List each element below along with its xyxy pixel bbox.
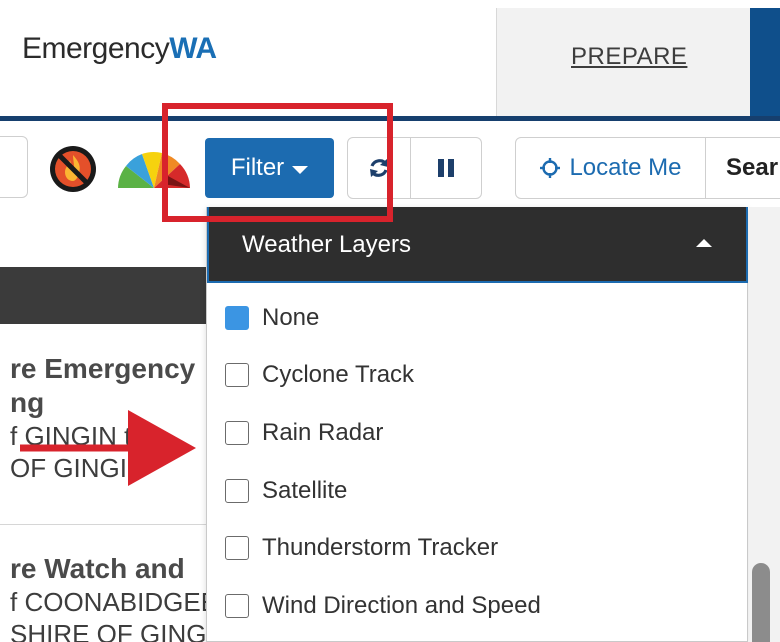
- site-header: EmergencyWA PREPARE: [0, 0, 780, 120]
- layer-option-satellite[interactable]: Satellite: [225, 474, 347, 508]
- checkbox[interactable]: [225, 363, 249, 387]
- layer-option-thunderstorm-tracker[interactable]: Thunderstorm Tracker: [225, 531, 498, 565]
- locate-me-label: Locate Me: [569, 154, 682, 181]
- incident-list-header: [0, 267, 210, 324]
- annotation-highlight-box: [162, 103, 393, 222]
- checkbox[interactable]: [225, 479, 249, 503]
- layer-option-label: Satellite: [262, 477, 348, 504]
- annotation-arrow: [20, 410, 196, 486]
- incident-title: re Emergency: [10, 353, 196, 384]
- layer-option-label: Cyclone Track: [262, 361, 415, 388]
- incident-location: f COONABIDGEE: [10, 587, 210, 617]
- caret-up-icon: [696, 239, 712, 247]
- weather-layers-title: Weather Layers: [242, 231, 411, 258]
- weather-layers-dropdown: Weather Layers None Cyclone Track Rain R…: [206, 207, 748, 642]
- fire-ban-icon[interactable]: [48, 144, 98, 194]
- search-button[interactable]: Sear: [705, 137, 780, 199]
- logo-text-wa: WA: [169, 32, 217, 65]
- locate-me-button[interactable]: Locate Me: [515, 137, 706, 199]
- logo-text-emergency: Emergency: [22, 32, 170, 65]
- prepare-tab-label[interactable]: PREPARE: [571, 43, 687, 71]
- checkbox[interactable]: [225, 536, 249, 560]
- layer-option-rain-radar[interactable]: Rain Radar: [225, 416, 383, 450]
- list-divider: [0, 524, 210, 525]
- incident-shire: SHIRE OF GINGIN: [10, 619, 210, 642]
- layer-option-label: None: [262, 304, 320, 331]
- list-item[interactable]: re Watch and f COONABIDGEE SHIRE OF GING…: [10, 552, 210, 642]
- emergencywa-logo[interactable]: EmergencyWA: [22, 32, 217, 66]
- layer-option-label: Thunderstorm Tracker: [262, 534, 499, 561]
- checkbox[interactable]: [225, 421, 249, 445]
- pause-button[interactable]: [410, 137, 482, 199]
- scrollbar-thumb[interactable]: [752, 563, 770, 642]
- checkbox[interactable]: [225, 306, 249, 330]
- layer-option-label: Wind Direction and Speed: [262, 592, 541, 619]
- layer-option-none[interactable]: None: [225, 301, 319, 335]
- header-nav-edge: [750, 8, 780, 120]
- layer-option-label: Rain Radar: [262, 419, 384, 446]
- incident-title: re Watch and: [10, 553, 185, 584]
- location-search-input[interactable]: [0, 136, 28, 198]
- checkbox[interactable]: [225, 594, 249, 618]
- crosshair-icon: [540, 158, 561, 178]
- pause-icon: [438, 159, 454, 177]
- layer-option-wind-direction-speed[interactable]: Wind Direction and Speed: [225, 589, 541, 623]
- search-button-label: Sear: [726, 154, 779, 181]
- prepare-tab[interactable]: PREPARE: [496, 8, 751, 116]
- layer-option-cyclone-track[interactable]: Cyclone Track: [225, 358, 414, 392]
